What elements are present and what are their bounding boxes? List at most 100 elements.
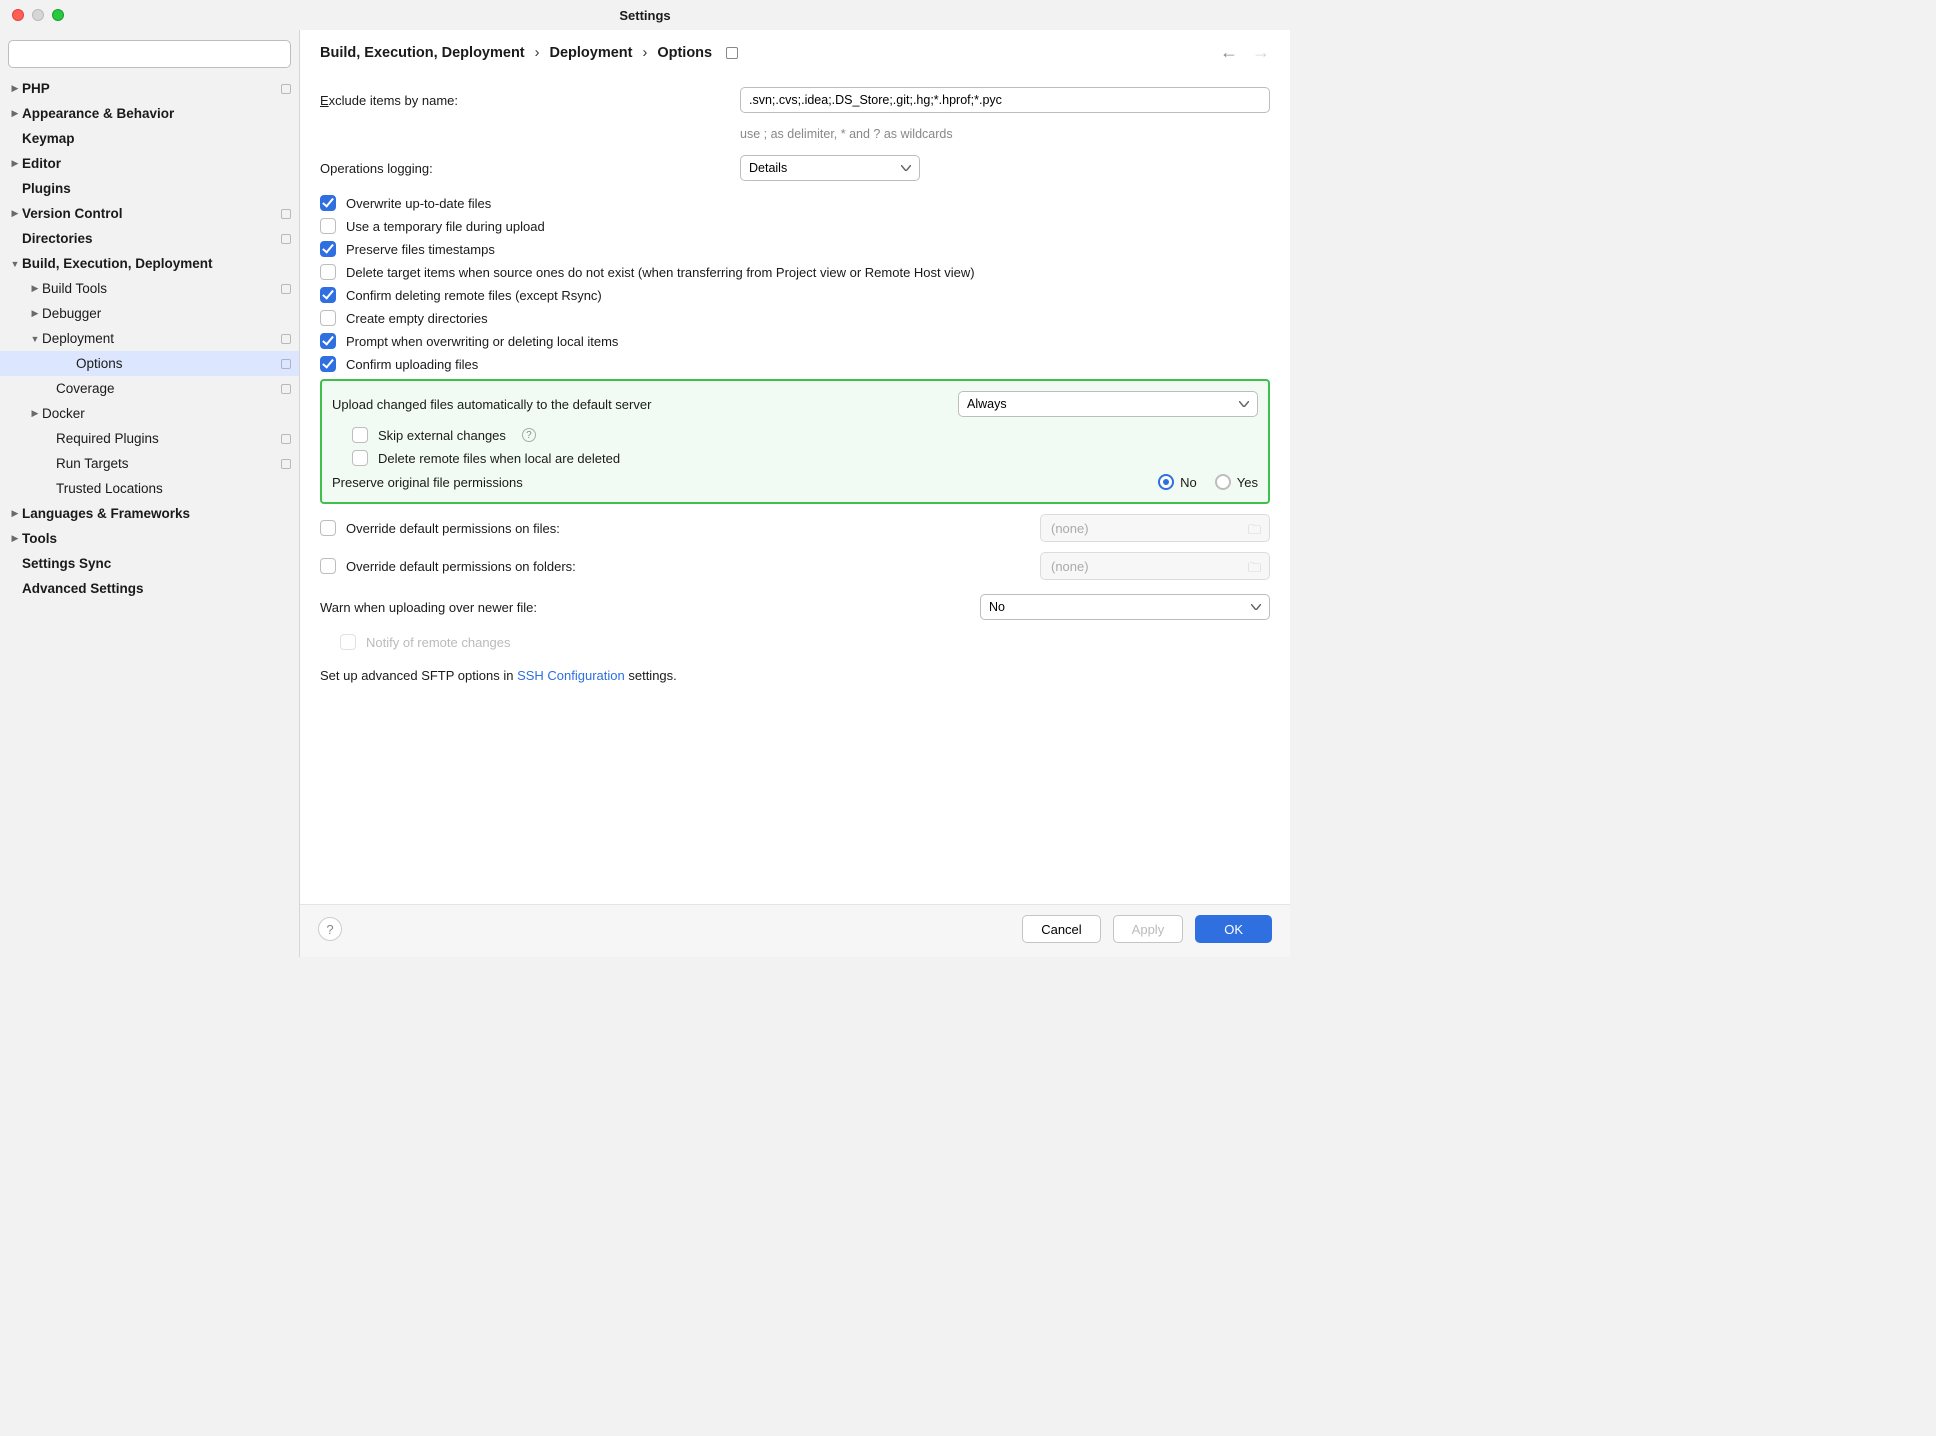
- cb-override-folders[interactable]: [320, 558, 336, 574]
- cb-delete-remote-label: Delete remote files when local are delet…: [378, 451, 620, 466]
- sidebar-item-label: Plugins: [22, 181, 291, 196]
- help-button[interactable]: ?: [318, 917, 342, 941]
- scope-icon: [281, 284, 291, 294]
- cb-prompt-label: Prompt when overwriting or deleting loca…: [346, 334, 618, 349]
- sidebar-item-options[interactable]: ▶Options: [0, 351, 299, 376]
- scope-icon: [726, 47, 738, 59]
- breadcrumb: Build, Execution, Deployment › Deploymen…: [320, 45, 1212, 61]
- sidebar-item-buildtools[interactable]: ▶Build Tools: [0, 276, 299, 301]
- cb-deletetarget-label: Delete target items when source ones do …: [346, 265, 975, 280]
- window-title: Settings: [0, 8, 1290, 23]
- sidebar-item-coverage[interactable]: ▶Coverage: [0, 376, 299, 401]
- sidebar-item-label: Keymap: [22, 131, 291, 146]
- sidebar-item-label: Advanced Settings: [22, 581, 291, 596]
- sidebar-item-advanced[interactable]: ▶Advanced Settings: [0, 576, 299, 601]
- cb-deletetarget[interactable]: [320, 264, 336, 280]
- cb-timestamps[interactable]: [320, 241, 336, 257]
- radio-yes-label: Yes: [1237, 475, 1258, 490]
- exclude-input[interactable]: [740, 87, 1270, 113]
- cb-tempfile-label: Use a temporary file during upload: [346, 219, 545, 234]
- folder-icon[interactable]: 🗀: [1248, 559, 1261, 581]
- back-icon[interactable]: ←: [1220, 42, 1238, 63]
- sidebar-item-vcs[interactable]: ▶Version Control: [0, 201, 299, 226]
- scope-icon: [281, 234, 291, 244]
- sidebar-item-reqplugins[interactable]: ▶Required Plugins: [0, 426, 299, 451]
- cb-timestamps-label: Preserve files timestamps: [346, 242, 495, 257]
- sidebar-item-trusted[interactable]: ▶Trusted Locations: [0, 476, 299, 501]
- sidebar-item-label: Options: [62, 356, 277, 371]
- sidebar-item-label: Deployment: [42, 331, 277, 346]
- sidebar-item-bed[interactable]: ▼Build, Execution, Deployment: [0, 251, 299, 276]
- search-input[interactable]: [8, 40, 291, 68]
- forward-icon[interactable]: →: [1252, 42, 1270, 63]
- sidebar-item-runtargets[interactable]: ▶Run Targets: [0, 451, 299, 476]
- cb-tempfile[interactable]: [320, 218, 336, 234]
- sidebar-item-label: Docker: [42, 406, 291, 421]
- cb-skip-external[interactable]: [352, 427, 368, 443]
- sidebar-item-php[interactable]: ▶PHP: [0, 76, 299, 101]
- scope-icon: [281, 334, 291, 344]
- crumb-3: Options: [657, 45, 712, 61]
- cb-overwrite[interactable]: [320, 195, 336, 211]
- sidebar-item-debugger[interactable]: ▶Debugger: [0, 301, 299, 326]
- scope-icon: [281, 434, 291, 444]
- cb-prompt[interactable]: [320, 333, 336, 349]
- sidebar-item-directories[interactable]: ▶Directories: [0, 226, 299, 251]
- warn-select[interactable]: No: [980, 594, 1270, 620]
- radio-no[interactable]: No: [1158, 474, 1197, 490]
- cb-override-files[interactable]: [320, 520, 336, 536]
- titlebar: Settings: [0, 0, 1290, 30]
- sftp-note: Set up advanced SFTP options in SSH Conf…: [320, 668, 1270, 683]
- highlight-section: Upload changed files automatically to th…: [320, 379, 1270, 504]
- scope-icon: [281, 359, 291, 369]
- sidebar-item-tools[interactable]: ▶Tools: [0, 526, 299, 551]
- cb-empty-label: Create empty directories: [346, 311, 488, 326]
- apply-button[interactable]: Apply: [1113, 915, 1184, 943]
- perm-files-field: (none)🗀: [1040, 514, 1270, 542]
- override-files-label: Override default permissions on files:: [346, 521, 1030, 536]
- sidebar-item-plugins[interactable]: ▶Plugins: [0, 176, 299, 201]
- cb-confirmdel[interactable]: [320, 287, 336, 303]
- scope-icon: [281, 84, 291, 94]
- scope-icon: [281, 209, 291, 219]
- ops-logging-label: Operations logging:: [320, 161, 740, 176]
- sidebar-item-label: Debugger: [42, 306, 291, 321]
- ops-logging-select[interactable]: Details: [740, 155, 920, 181]
- sidebar-item-editor[interactable]: ▶Editor: [0, 151, 299, 176]
- cb-empty[interactable]: [320, 310, 336, 326]
- sidebar-item-deployment[interactable]: ▼Deployment: [0, 326, 299, 351]
- override-folders-label: Override default permissions on folders:: [346, 559, 1030, 574]
- sidebar-item-label: Run Targets: [42, 456, 277, 471]
- ok-button[interactable]: OK: [1195, 915, 1272, 943]
- cb-notify: [340, 634, 356, 650]
- ssh-config-link[interactable]: SSH Configuration: [517, 668, 625, 683]
- crumb-2[interactable]: Deployment: [549, 45, 632, 61]
- cb-confirmup[interactable]: [320, 356, 336, 372]
- sidebar-item-label: Coverage: [42, 381, 277, 396]
- upload-auto-select[interactable]: Always: [958, 391, 1258, 417]
- radio-no-label: No: [1180, 475, 1197, 490]
- perm-folders-field: (none)🗀: [1040, 552, 1270, 580]
- cb-notify-label: Notify of remote changes: [366, 635, 511, 650]
- sidebar-item-label: Tools: [22, 531, 291, 546]
- cancel-button[interactable]: Cancel: [1022, 915, 1100, 943]
- sidebar-item-keymap[interactable]: ▶Keymap: [0, 126, 299, 151]
- scope-icon: [281, 384, 291, 394]
- radio-yes[interactable]: Yes: [1215, 474, 1258, 490]
- sidebar-item-appearance[interactable]: ▶Appearance & Behavior: [0, 101, 299, 126]
- folder-icon[interactable]: 🗀: [1248, 521, 1261, 543]
- cb-confirmup-label: Confirm uploading files: [346, 357, 478, 372]
- exclude-hint: use ; as delimiter, * and ? as wildcards: [740, 127, 1270, 141]
- help-icon[interactable]: ?: [522, 428, 536, 442]
- cb-delete-remote[interactable]: [352, 450, 368, 466]
- sidebar-item-label: Languages & Frameworks: [22, 506, 291, 521]
- exclude-label: Exclude items by name:: [320, 93, 740, 108]
- sidebar-item-langs[interactable]: ▶Languages & Frameworks: [0, 501, 299, 526]
- sidebar-item-docker[interactable]: ▶Docker: [0, 401, 299, 426]
- preserve-perm-label: Preserve original file permissions: [332, 475, 1158, 490]
- sidebar-item-label: Build, Execution, Deployment: [22, 256, 291, 271]
- crumb-1[interactable]: Build, Execution, Deployment: [320, 45, 525, 61]
- sidebar-item-label: Settings Sync: [22, 556, 291, 571]
- sidebar-item-sync[interactable]: ▶Settings Sync: [0, 551, 299, 576]
- sidebar-item-label: Trusted Locations: [42, 481, 291, 496]
